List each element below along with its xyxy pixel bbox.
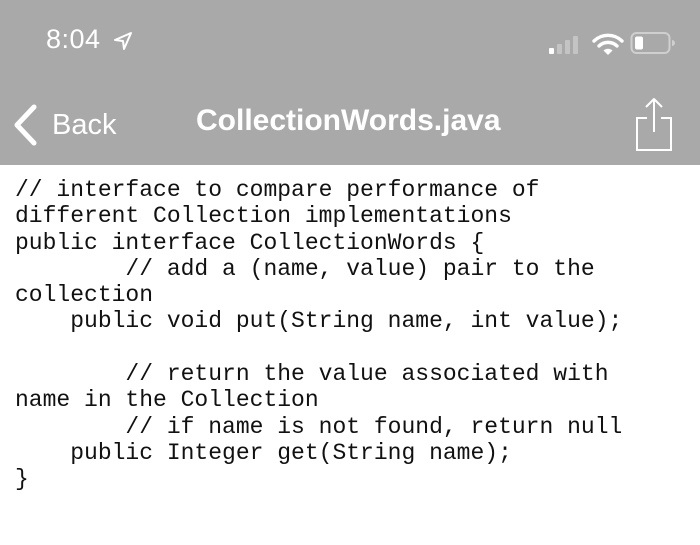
code-line: public void put(String name, int value); [15, 308, 623, 335]
chevron-left-icon [14, 104, 37, 146]
code-line: // if name is not found, return null [15, 413, 623, 440]
header: 8:04 Back CollectionWords.java [0, 0, 700, 165]
code-line: name in the Collection [15, 387, 319, 414]
wifi-icon [592, 33, 624, 55]
page-title: CollectionWords.java [196, 104, 501, 137]
battery-low-icon [630, 32, 675, 54]
share-icon[interactable] [634, 96, 674, 152]
code-line: public Integer get(String name); [15, 439, 512, 466]
code-line: } [15, 466, 29, 493]
code-line: // interface to compare performance of [15, 177, 540, 203]
code-line: // add a (name, value) pair to the [15, 255, 595, 282]
code-line: // return the value associated with [15, 361, 609, 388]
code-line: public interface CollectionWords { [15, 229, 485, 256]
code-content: // interface to compare performance of d… [15, 177, 622, 493]
status-time: 8:04 [46, 24, 101, 54]
location-arrow-icon [114, 32, 132, 50]
back-button[interactable]: Back [12, 100, 116, 150]
cellular-signal-icon [549, 36, 578, 54]
code-line: different Collection implementations [15, 203, 512, 230]
code-line: collection [15, 282, 154, 309]
back-label: Back [52, 108, 117, 141]
